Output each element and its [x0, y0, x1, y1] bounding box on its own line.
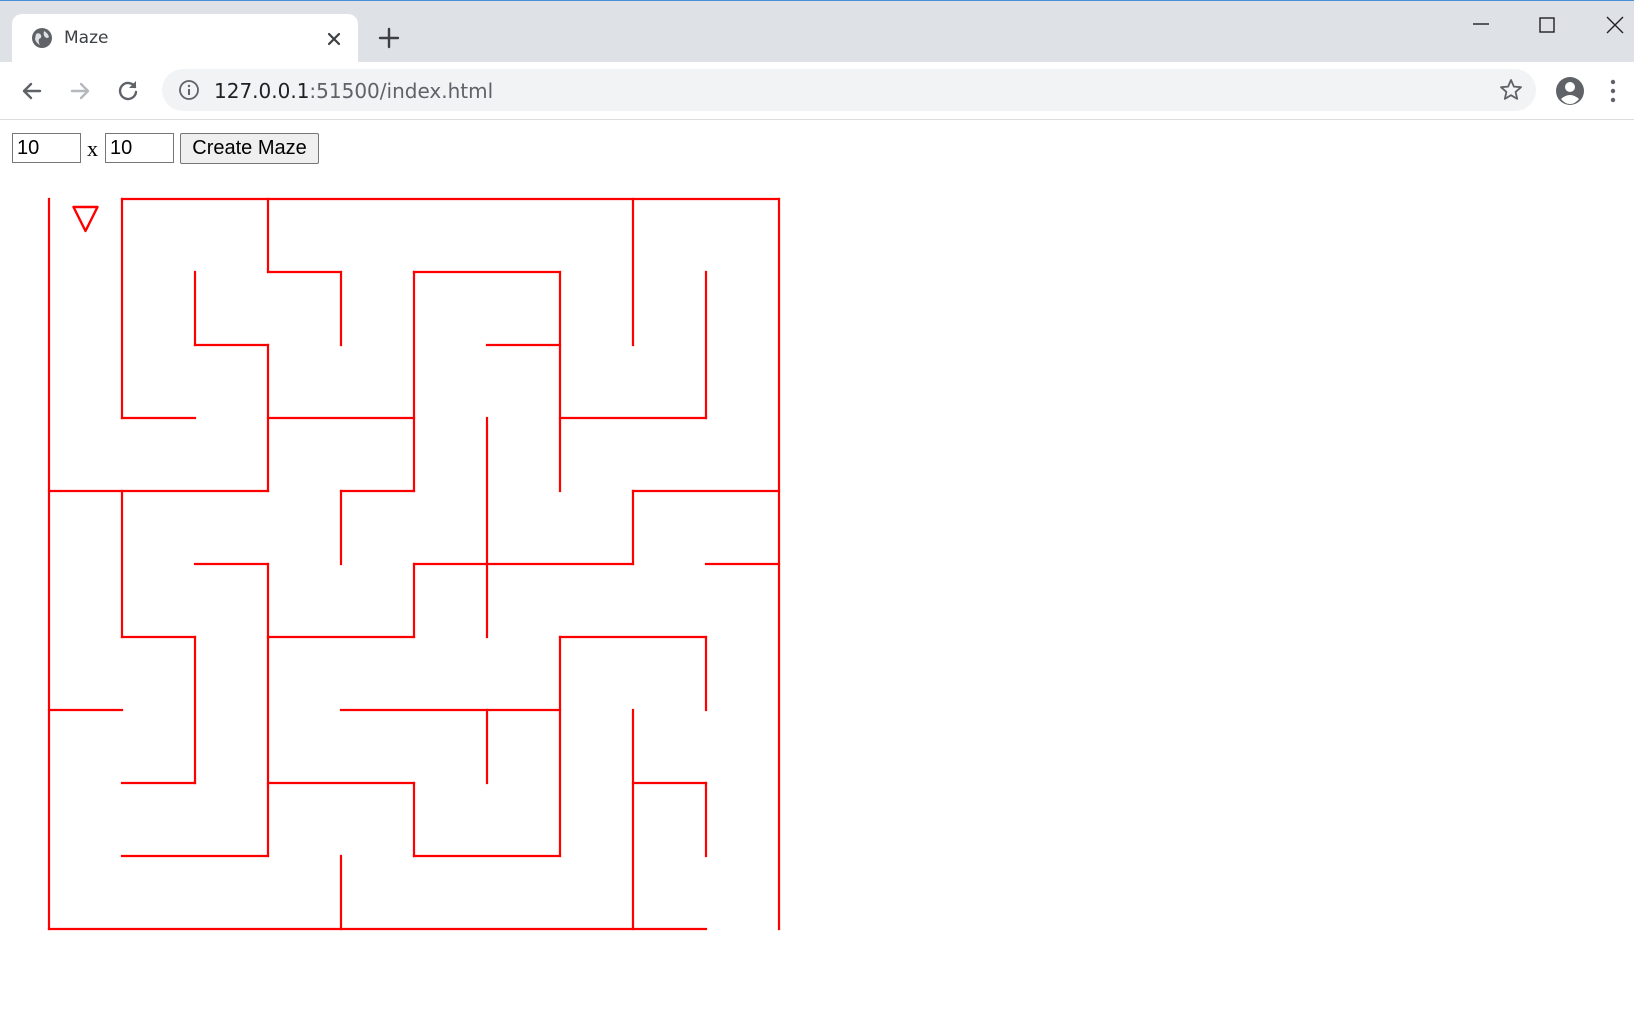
arrow-right-icon[interactable] — [66, 77, 94, 105]
maximize-icon[interactable] — [1532, 11, 1562, 41]
address-bar[interactable]: 127.0.0.1:51500/index.html — [162, 69, 1536, 111]
maze-width-input[interactable] — [12, 133, 81, 163]
arrow-left-icon[interactable] — [18, 77, 46, 105]
minimize-icon[interactable] — [1466, 11, 1496, 41]
triangle-down-icon — [72, 205, 99, 233]
close-icon[interactable] — [324, 29, 344, 49]
account-circle-icon[interactable] — [1554, 75, 1586, 107]
tab-strip: Maze — [0, 0, 1634, 63]
star-icon[interactable] — [1498, 77, 1524, 103]
maze-height-input[interactable] — [105, 133, 174, 163]
close-icon[interactable] — [1600, 11, 1630, 41]
kebab-menu-icon[interactable] — [1606, 77, 1620, 105]
browser-tab[interactable]: Maze — [12, 14, 358, 63]
url-host: 127.0.0.1 — [214, 79, 310, 103]
url-path: :51500/index.html — [309, 79, 494, 103]
globe-icon — [32, 28, 52, 48]
tab-title: Maze — [64, 28, 109, 48]
browser-toolbar: 127.0.0.1:51500/index.html — [0, 62, 1634, 120]
create-maze-button[interactable]: Create Maze — [180, 133, 319, 164]
reload-icon[interactable] — [114, 77, 142, 105]
plus-icon[interactable] — [376, 25, 402, 51]
dimension-separator: x — [87, 136, 98, 161]
info-icon[interactable] — [178, 79, 200, 101]
url-text[interactable]: 127.0.0.1:51500/index.html — [214, 79, 493, 103]
